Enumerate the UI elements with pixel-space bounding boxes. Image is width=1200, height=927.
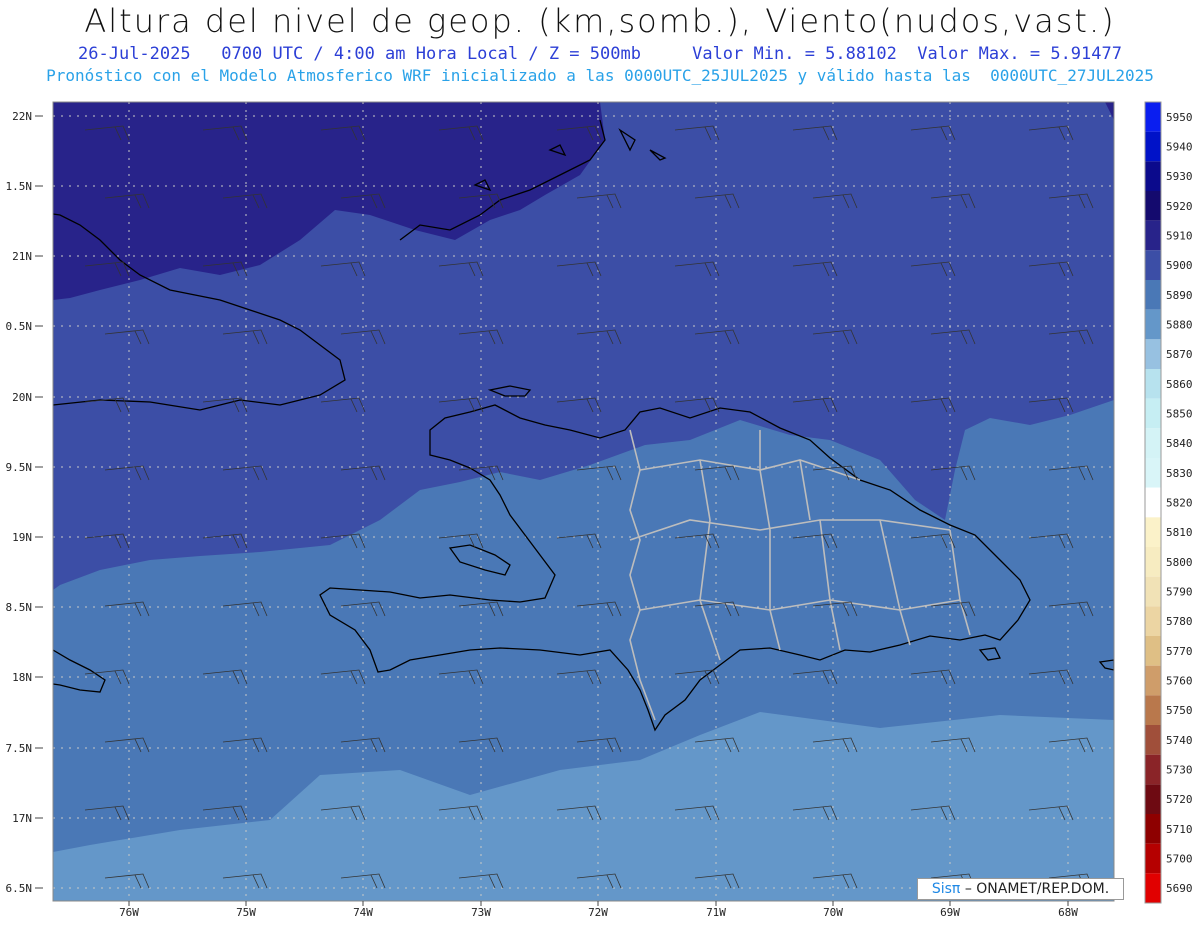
legend-label: 5910 <box>1166 230 1193 243</box>
lat-label: 6.5N <box>6 882 33 895</box>
lat-label: 20N <box>12 391 32 404</box>
forecast-map: 22N 1.5N 21N 0.5N 20N 9.5N 19N 8.5N 18N … <box>6 101 1193 919</box>
legend-label: 5850 <box>1166 408 1193 421</box>
legend-swatch <box>1145 102 1161 132</box>
legend-label: 5800 <box>1166 556 1193 569</box>
legend-swatch <box>1145 636 1161 666</box>
legend-label: 5940 <box>1166 141 1193 154</box>
credit-text: – ONAMET/REP.DOM. <box>964 881 1110 897</box>
lat-axis-labels: 22N 1.5N 21N 0.5N 20N 9.5N 19N 8.5N 18N … <box>6 110 33 895</box>
credit-brand: Sisπ <box>931 881 961 897</box>
lon-label: 75W <box>236 906 256 919</box>
legend-label: 5770 <box>1166 645 1193 658</box>
lat-label: 19N <box>12 531 32 544</box>
legend-swatch <box>1145 428 1161 458</box>
legend-swatch <box>1145 369 1161 399</box>
lat-label: 7.5N <box>6 742 33 755</box>
credit-box: Sisπ – ONAMET/REP.DOM. <box>917 878 1124 900</box>
lon-label: 74W <box>353 906 373 919</box>
legend-swatch <box>1145 487 1161 518</box>
legend-swatch <box>1145 814 1161 844</box>
legend-label: 5740 <box>1166 734 1193 747</box>
legend-swatch <box>1145 517 1161 547</box>
legend-label: 5890 <box>1166 289 1193 302</box>
legend-label: 5720 <box>1166 793 1193 806</box>
legend-swatch <box>1145 458 1161 488</box>
lat-label: 21N <box>12 250 32 263</box>
legend-swatch <box>1145 873 1161 903</box>
legend-label: 5920 <box>1166 200 1193 213</box>
color-legend: 5950 5940 5930 5920 5910 5900 5890 5880 5870 5860… <box>1144 101 1193 904</box>
lat-label: 8.5N <box>6 601 33 614</box>
legend-swatch <box>1145 665 1161 696</box>
legend-label: 5930 <box>1166 170 1193 183</box>
legend-swatch <box>1145 191 1161 221</box>
geopotential-field <box>53 102 1114 901</box>
legend-swatch <box>1145 695 1161 725</box>
legend-swatch <box>1145 547 1161 577</box>
lon-axis-labels: 76W 75W 74W 73W 72W 71W 70W 69W 68W <box>119 906 1078 919</box>
lon-label: 69W <box>940 906 960 919</box>
legend-label: 5860 <box>1166 378 1193 391</box>
legend-label: 5900 <box>1166 259 1193 272</box>
lon-label: 68W <box>1058 906 1078 919</box>
lon-label: 76W <box>119 906 139 919</box>
lat-axis-ticks <box>35 115 43 889</box>
legend-swatch <box>1145 309 1161 340</box>
legend-label: 5820 <box>1166 497 1193 510</box>
legend-swatch <box>1145 784 1161 814</box>
legend-label: 5780 <box>1166 615 1193 628</box>
legend-label: 5950 <box>1166 111 1193 124</box>
lat-label: 22N <box>12 110 32 123</box>
legend-swatch <box>1145 576 1161 607</box>
legend-swatch <box>1145 843 1161 874</box>
legend-swatch <box>1145 339 1161 369</box>
legend-swatch <box>1145 754 1161 785</box>
legend-label: 5710 <box>1166 823 1193 836</box>
lon-label: 70W <box>823 906 843 919</box>
legend-label: 5830 <box>1166 467 1193 480</box>
legend-swatch <box>1145 161 1161 191</box>
lat-label: 9.5N <box>6 461 33 474</box>
lat-label: 0.5N <box>6 320 33 333</box>
legend-swatch <box>1145 398 1161 429</box>
lat-label: 1.5N <box>6 180 33 193</box>
legend-swatch <box>1145 725 1161 755</box>
legend-label: 5810 <box>1166 526 1193 539</box>
lon-label: 71W <box>706 906 726 919</box>
lon-label: 72W <box>588 906 608 919</box>
legend-label: 5880 <box>1166 319 1193 332</box>
legend-label: 5750 <box>1166 704 1193 717</box>
legend-label: 5700 <box>1166 853 1193 866</box>
legend-swatch <box>1145 131 1161 162</box>
legend-label: 5870 <box>1166 348 1193 361</box>
legend-label: 5730 <box>1166 764 1193 777</box>
legend-label: 5840 <box>1166 437 1193 450</box>
lat-label: 17N <box>12 812 32 825</box>
legend-label: 5790 <box>1166 586 1193 599</box>
lon-label: 73W <box>471 906 491 919</box>
legend-label: 5760 <box>1166 675 1193 688</box>
legend-swatch <box>1145 280 1161 310</box>
lat-label: 18N <box>12 671 32 684</box>
lon-axis-ticks <box>128 901 1069 906</box>
legend-swatch <box>1145 606 1161 636</box>
legend-label: 5690 <box>1166 882 1193 895</box>
legend-swatch <box>1145 250 1161 280</box>
legend-swatch <box>1145 220 1161 251</box>
